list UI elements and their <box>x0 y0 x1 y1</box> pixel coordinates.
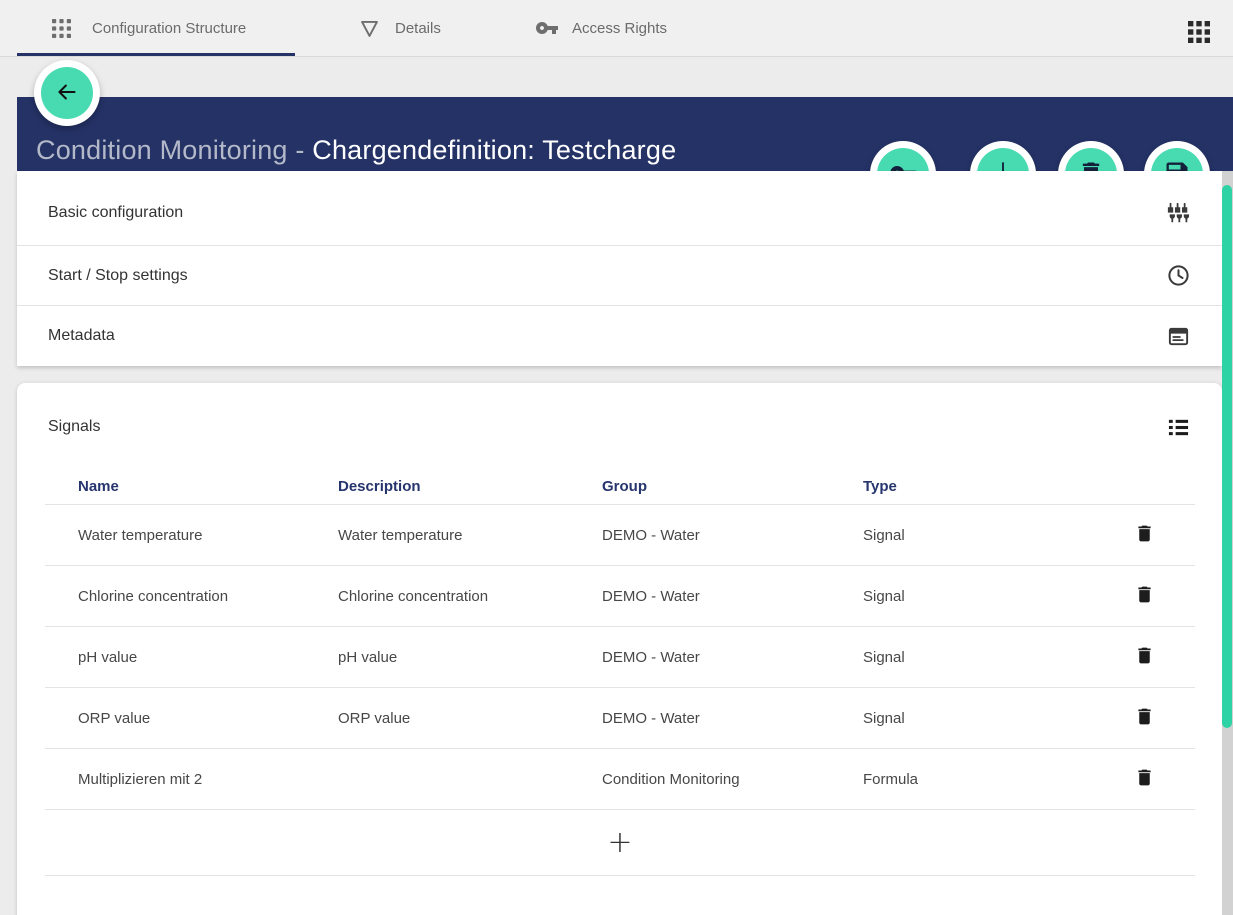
column-header-group: Group <box>602 478 863 495</box>
signals-title: Signals <box>48 418 100 436</box>
back-arrow-icon <box>54 79 80 108</box>
table-row[interactable]: Chlorine concentration Chlorine concentr… <box>45 566 1195 627</box>
section-label: Start / Stop settings <box>48 267 188 285</box>
page-title-prefix: Condition Monitoring - <box>36 135 312 165</box>
trash-icon <box>1134 523 1155 547</box>
column-header-type: Type <box>863 478 1195 495</box>
table-row[interactable]: Water temperature Water temperature DEMO… <box>45 505 1195 566</box>
top-tab-bar: Configuration Structure Details Access R… <box>0 0 1233 57</box>
cell-name: Water temperature <box>78 527 338 544</box>
cell-name: Chlorine concentration <box>78 588 338 605</box>
tab-label: Details <box>395 20 441 37</box>
cell-type: Formula <box>863 771 1134 788</box>
section-metadata[interactable]: Metadata <box>17 306 1222 366</box>
column-header-description: Description <box>338 478 602 495</box>
tab-details[interactable]: Details <box>340 0 490 56</box>
apps-grid-icon[interactable] <box>1188 21 1210 43</box>
cell-type: Signal <box>863 527 1134 544</box>
app-window: Configuration Structure Details Access R… <box>0 0 1233 915</box>
section-label: Metadata <box>48 327 115 345</box>
scrollbar-thumb[interactable] <box>1222 185 1232 728</box>
page-title: Condition Monitoring - Chargendefinition… <box>36 135 676 166</box>
cell-group: DEMO - Water <box>602 710 863 727</box>
add-signal-row: + <box>45 810 1195 876</box>
section-label: Basic configuration <box>48 204 183 222</box>
tune-icon <box>1167 202 1190 225</box>
column-header-name: Name <box>78 478 338 495</box>
row-delete-button[interactable] <box>1134 645 1155 669</box>
cell-description: Chlorine concentration <box>338 588 602 605</box>
calendar-icon <box>1167 325 1190 348</box>
trash-icon <box>1134 706 1155 730</box>
signals-header: Signals <box>17 383 1222 445</box>
cell-group: DEMO - Water <box>602 649 863 666</box>
trash-icon <box>1134 645 1155 669</box>
page-title-main: Chargendefinition: Testcharge <box>312 135 676 165</box>
cell-name: Multiplizieren mit 2 <box>78 771 338 788</box>
active-tab-indicator <box>17 53 295 56</box>
table-row[interactable]: Multiplizieren mit 2 Condition Monitorin… <box>45 749 1195 810</box>
table-row[interactable]: ORP value ORP value DEMO - Water Signal <box>45 688 1195 749</box>
section-start-stop-settings[interactable]: Start / Stop settings <box>17 246 1222 306</box>
key-icon <box>535 16 559 40</box>
cell-type: Signal <box>863 588 1134 605</box>
clock-icon <box>1167 264 1190 287</box>
row-delete-button[interactable] <box>1134 767 1155 791</box>
tab-label: Access Rights <box>572 20 667 37</box>
grid-icon <box>52 19 71 38</box>
configuration-card: Basic configuration Start / Stop setting… <box>17 171 1222 366</box>
cell-type: Signal <box>863 649 1134 666</box>
cell-name: ORP value <box>78 710 338 727</box>
trash-icon <box>1134 767 1155 791</box>
cell-group: DEMO - Water <box>602 588 863 605</box>
page-header: Condition Monitoring - Chargendefinition… <box>17 97 1233 171</box>
list-icon[interactable] <box>1167 416 1190 439</box>
cell-group: Condition Monitoring <box>602 771 863 788</box>
signals-table: Name Description Group Type Water temper… <box>45 474 1195 876</box>
tab-label: Configuration Structure <box>92 20 246 37</box>
row-delete-button[interactable] <box>1134 706 1155 730</box>
tab-access-rights[interactable]: Access Rights <box>520 0 690 56</box>
cell-description: Water temperature <box>338 527 602 544</box>
section-basic-configuration[interactable]: Basic configuration <box>17 181 1222 246</box>
cell-type: Signal <box>863 710 1134 727</box>
cell-group: DEMO - Water <box>602 527 863 544</box>
signals-table-header: Name Description Group Type <box>45 474 1195 505</box>
row-delete-button[interactable] <box>1134 584 1155 608</box>
cell-name: pH value <box>78 649 338 666</box>
table-row[interactable]: pH value pH value DEMO - Water Signal <box>45 627 1195 688</box>
trash-icon <box>1134 584 1155 608</box>
cell-description: pH value <box>338 649 602 666</box>
row-delete-button[interactable] <box>1134 523 1155 547</box>
signals-card: Signals Name Description Group Type Wate… <box>17 383 1222 915</box>
back-button-halo <box>34 60 100 126</box>
triangle-icon <box>359 18 380 39</box>
cell-description: ORP value <box>338 710 602 727</box>
add-signal-button[interactable]: + <box>607 828 632 858</box>
tab-configuration-structure[interactable]: Configuration Structure <box>17 0 295 56</box>
back-button[interactable] <box>41 67 93 119</box>
